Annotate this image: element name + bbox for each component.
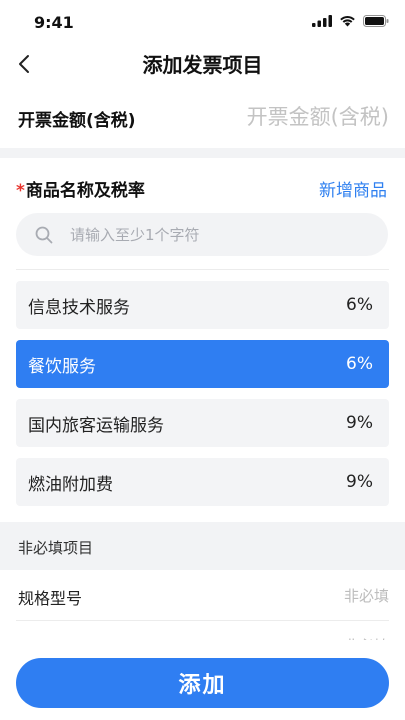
search-input[interactable] bbox=[68, 224, 388, 245]
product-item[interactable]: 燃油附加费 9% bbox=[16, 458, 389, 506]
section-gap bbox=[0, 148, 405, 158]
page-title: 添加发票项目 bbox=[142, 53, 263, 77]
product-section-title: *商品名称及税率 bbox=[16, 176, 145, 201]
product-tax-rate: 9% bbox=[346, 413, 373, 433]
product-item[interactable]: 信息技术服务 6% bbox=[16, 281, 389, 329]
status-time: 9:41 bbox=[34, 13, 74, 32]
nav-bar: 添加发票项目 bbox=[0, 44, 405, 84]
product-item[interactable]: 餐饮服务 6% bbox=[16, 340, 389, 388]
status-icons bbox=[312, 15, 389, 27]
product-tax-rate: 6% bbox=[346, 354, 373, 374]
optional-section-header: 非必填项目 bbox=[0, 522, 405, 570]
amount-row: 开票金额(含税) bbox=[0, 95, 405, 141]
add-product-link[interactable]: 新增商品 bbox=[319, 176, 387, 201]
spec-model-label: 规格型号 bbox=[18, 589, 83, 608]
product-item[interactable]: 国内旅客运输服务 9% bbox=[16, 399, 389, 447]
amount-input[interactable] bbox=[189, 99, 389, 135]
product-name: 燃油附加费 bbox=[28, 474, 113, 495]
amount-label: 开票金额(含税) bbox=[18, 111, 136, 131]
product-tax-rate: 6% bbox=[346, 295, 373, 315]
product-name: 信息技术服务 bbox=[28, 297, 130, 318]
spec-model-row: 规格型号 bbox=[0, 571, 405, 621]
divider bbox=[16, 269, 389, 270]
product-tax-rate: 9% bbox=[346, 472, 373, 492]
wifi-icon bbox=[340, 16, 355, 27]
signal-icon bbox=[312, 15, 332, 27]
product-search-box[interactable] bbox=[16, 213, 388, 256]
product-section-label: 商品名称及税率 bbox=[25, 181, 145, 201]
optional-section-title: 非必填项目 bbox=[18, 539, 94, 557]
spec-model-input[interactable] bbox=[239, 581, 389, 611]
status-bar: 9:41 bbox=[0, 0, 405, 44]
search-icon bbox=[34, 225, 54, 245]
product-name: 国内旅客运输服务 bbox=[28, 415, 164, 436]
add-button[interactable]: 添加 bbox=[16, 658, 389, 708]
product-name: 餐饮服务 bbox=[28, 356, 96, 377]
battery-icon bbox=[363, 15, 389, 27]
product-section-header: *商品名称及税率 新增商品 bbox=[0, 170, 405, 204]
product-list: 信息技术服务 6% 餐饮服务 6% 国内旅客运输服务 9% 燃油附加费 9% bbox=[16, 281, 389, 517]
required-mark: * bbox=[16, 181, 25, 201]
